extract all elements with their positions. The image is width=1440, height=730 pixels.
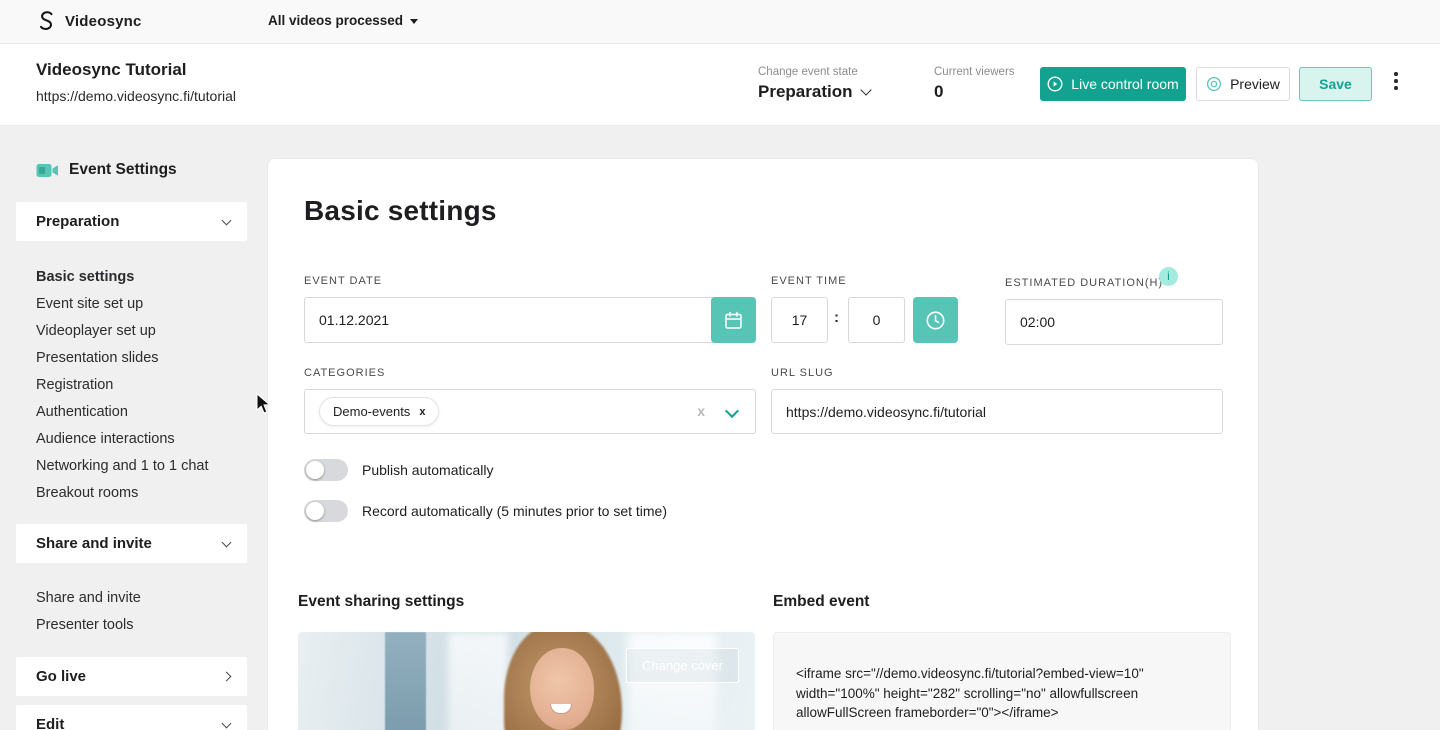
preparation-header-label: Preparation: [36, 213, 119, 230]
sidebar-item-registration[interactable]: Registration: [36, 372, 209, 399]
clear-selection-icon[interactable]: x: [697, 403, 705, 419]
sidebar-item-audience-interactions[interactable]: Audience interactions: [36, 426, 209, 453]
page-title: Basic settings: [304, 195, 497, 227]
record-automatically-toggle[interactable]: [304, 500, 348, 522]
category-chip-label: Demo-events: [333, 404, 410, 419]
top-navigation-bar: Videosync All videos processed Switch to…: [0, 0, 1440, 44]
app-root: Videosync All videos processed Switch to…: [0, 0, 1440, 730]
sidebar-section-share-and-invite[interactable]: Share and invite: [16, 524, 247, 563]
chevron-down-icon: [222, 537, 232, 547]
sidebar-section-preparation[interactable]: Preparation: [16, 202, 247, 241]
event-url: https://demo.videosync.fi/tutorial: [36, 88, 236, 104]
sidebar-item-basic-settings[interactable]: Basic settings: [36, 264, 209, 291]
event-state-dropdown[interactable]: Preparation: [758, 82, 870, 102]
video-camera-icon: [36, 163, 59, 178]
publish-automatically-label: Publish automatically: [362, 462, 494, 478]
share-header-label: Share and invite: [36, 535, 152, 552]
sidebar-item-breakout-rooms[interactable]: Breakout rooms: [36, 480, 209, 507]
event-state-label: Change event state: [758, 66, 858, 78]
time-separator: :: [834, 309, 839, 326]
cover-person-face: [530, 648, 594, 730]
sidebar-section-edit[interactable]: Edit: [16, 705, 247, 730]
preview-button[interactable]: Preview: [1196, 67, 1290, 101]
sidebar-title-label: Event Settings: [69, 161, 177, 179]
sidebar-item-presentation-slides[interactable]: Presentation slides: [36, 345, 209, 372]
sidebar-item-networking-chat[interactable]: Networking and 1 to 1 chat: [36, 453, 209, 480]
eye-icon: [1206, 76, 1222, 92]
chevron-down-icon: [861, 84, 872, 95]
basic-settings-panel: Basic settings EVENT DATE EVENT TIME : E…: [267, 158, 1259, 730]
caret-down-icon: [410, 19, 418, 24]
live-control-room-label: Live control room: [1071, 76, 1178, 92]
publish-automatically-toggle[interactable]: [304, 459, 348, 481]
sidebar-item-share-and-invite[interactable]: Share and invite: [36, 585, 141, 612]
sidebar-item-videoplayer-set-up[interactable]: Videoplayer set up: [36, 318, 209, 345]
play-circle-icon: [1047, 76, 1063, 92]
estimated-duration-label: ESTIMATED DURATION(H): [1005, 277, 1163, 289]
chevron-down-icon: [222, 215, 232, 225]
url-slug-label: URL SLUG: [771, 367, 834, 379]
record-automatically-label: Record automatically (5 minutes prior to…: [362, 503, 667, 519]
url-slug-input[interactable]: [771, 389, 1223, 434]
estimated-duration-input[interactable]: [1005, 299, 1223, 345]
sidebar-section-go-live[interactable]: Go live: [16, 657, 247, 696]
chip-remove-icon[interactable]: x: [419, 406, 425, 418]
cover-background-shape: [385, 632, 426, 730]
categories-label: CATEGORIES: [304, 367, 385, 379]
event-state-value: Preparation: [758, 82, 852, 102]
more-options-kebab-menu[interactable]: [1392, 70, 1400, 92]
sidebar-item-authentication[interactable]: Authentication: [36, 399, 209, 426]
calendar-icon: [724, 311, 743, 330]
sidebar-preparation-nav: Basic settings Event site set up Videopl…: [36, 264, 209, 507]
chevron-down-icon: [222, 718, 232, 728]
current-viewers-count: 0: [934, 82, 943, 102]
videos-filter-label: All videos processed: [268, 13, 403, 28]
event-header: Videosync Tutorial https://demo.videosyn…: [0, 44, 1440, 126]
save-button[interactable]: Save: [1299, 67, 1372, 101]
publish-automatically-row: Publish automatically: [304, 459, 494, 481]
categories-select[interactable]: Demo-events x x: [304, 389, 756, 434]
brand-logo[interactable]: Videosync: [36, 10, 142, 32]
category-chip: Demo-events x: [319, 397, 439, 426]
videos-filter-dropdown[interactable]: All videos processed: [268, 13, 418, 28]
info-icon[interactable]: i: [1159, 267, 1178, 286]
sidebar-item-event-site-set-up[interactable]: Event site set up: [36, 291, 209, 318]
event-cover-image: Change cover: [298, 632, 755, 730]
sidebar-title: Event Settings: [36, 161, 177, 179]
select-chevron-down-icon[interactable]: [725, 404, 739, 418]
calendar-picker-button[interactable]: [711, 297, 756, 343]
clock-icon: [925, 310, 946, 331]
preview-label: Preview: [1230, 76, 1280, 92]
event-sharing-settings-heading: Event sharing settings: [298, 593, 464, 611]
time-picker-button[interactable]: [913, 297, 958, 343]
change-cover-button[interactable]: Change cover: [626, 648, 739, 683]
record-automatically-row: Record automatically (5 minutes prior to…: [304, 500, 667, 522]
sidebar-share-nav: Share and invite Presenter tools: [36, 585, 141, 639]
event-time-minute-input[interactable]: [848, 297, 905, 343]
event-time-label: EVENT TIME: [771, 275, 847, 287]
save-label: Save: [1319, 76, 1352, 92]
chevron-right-icon: [222, 672, 232, 682]
embed-event-heading: Embed event: [773, 593, 869, 611]
event-date-label: EVENT DATE: [304, 275, 382, 287]
live-control-room-button[interactable]: Live control room: [1040, 67, 1186, 101]
brand-name: Videosync: [65, 13, 142, 30]
videosync-logo-icon: [36, 10, 56, 32]
go-live-header-label: Go live: [36, 668, 86, 685]
event-time-hour-input[interactable]: [771, 297, 828, 343]
sidebar-item-presenter-tools[interactable]: Presenter tools: [36, 612, 141, 639]
event-title: Videosync Tutorial: [36, 60, 187, 80]
embed-code-block[interactable]: <iframe src="//demo.videosync.fi/tutoria…: [773, 632, 1231, 730]
edit-header-label: Edit: [36, 716, 64, 730]
current-viewers-label: Current viewers: [934, 66, 1015, 78]
cover-background-shape: [448, 632, 508, 730]
event-date-input[interactable]: [304, 297, 756, 343]
